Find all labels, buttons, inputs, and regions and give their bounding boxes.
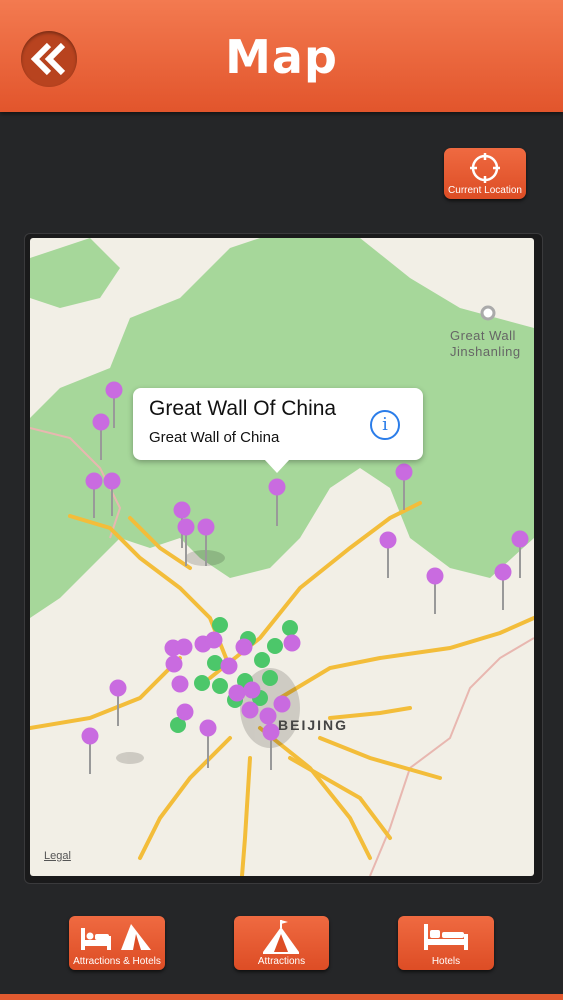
attraction-pin [205,631,223,649]
landmark-label-great-wall: Great Wall [450,328,516,343]
legal-link[interactable]: Legal [44,850,71,862]
hotel-pin [194,675,210,691]
attraction-pin [175,638,193,656]
hotel-pin [262,670,278,686]
hotel-pin [207,655,223,671]
bottom-strip [0,994,563,1000]
current-location-button[interactable]: Current Location [444,148,526,199]
attraction-pin [92,413,110,431]
attraction-pin [220,657,238,675]
attraction-pin [262,723,280,741]
attraction-pin [199,719,217,737]
map-callout[interactable]: Great Wall Of China Great Wall of China … [133,388,423,473]
tab-label: Hotels [431,956,461,967]
attraction-pin [109,679,127,697]
attraction-pin [81,727,99,745]
attraction-pin [177,518,195,536]
attraction-pin [165,655,183,673]
map-border [369,637,534,876]
city-label-beijing: BEIJING [278,717,349,733]
callout-subtitle: Great Wall of China [149,429,280,446]
attraction-pin [105,381,123,399]
tab-attractions-hotels[interactable]: Attractions & Hotels [69,916,165,970]
map-view[interactable]: Great Wall Jinshanling BEIJING Great Wal… [30,238,534,876]
attraction-pin [228,684,246,702]
header-bar: Map [0,0,563,112]
hotel-pin [212,617,228,633]
attraction-pin [243,681,261,699]
page-title: Map [225,30,338,84]
tent-icon [263,920,299,954]
attraction-pin [259,707,277,725]
tab-label: Attractions [257,956,306,967]
park-area [30,238,120,308]
landmark-icon [480,305,496,321]
attraction-pin [176,703,194,721]
attraction-pin [273,695,291,713]
attraction-pin [85,472,103,490]
landmark-label-jinshanling: Jinshanling [450,344,521,359]
hotel-pin [212,678,228,694]
attraction-pin [511,530,529,548]
tab-hotels[interactable]: Hotels [398,916,494,970]
tab-label: Attractions & Hotels [73,956,161,967]
attraction-pin [494,563,512,581]
attraction-pin [379,531,397,549]
hotel-pin [267,638,283,654]
hotel-pin [282,620,298,636]
attraction-pin [395,463,413,481]
bed-icon [424,924,468,950]
attraction-pin [103,472,121,490]
bed-and-tent-icon [81,924,151,950]
attraction-pin-selected [268,478,286,496]
attraction-pin [235,638,253,656]
attraction-pin [173,501,191,519]
attraction-pin [171,675,189,693]
tab-attractions[interactable]: Attractions [234,916,329,970]
attraction-pin [426,567,444,585]
hotel-pin [254,652,270,668]
info-icon[interactable]: i [370,410,400,440]
attraction-pin [283,634,301,652]
crosshair-icon [470,153,500,183]
attraction-pin [241,701,259,719]
callout-title: Great Wall Of China [149,397,337,420]
attraction-pin [197,518,215,536]
current-location-label: Current Location [448,185,522,196]
